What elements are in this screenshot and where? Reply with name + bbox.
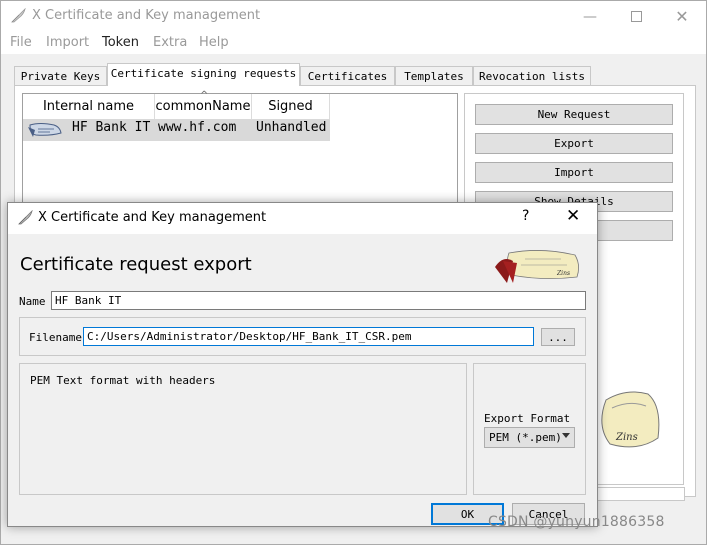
format-description: PEM Text format with headers — [30, 374, 216, 387]
cell-signed: Unhandled — [256, 120, 327, 135]
tab-revocation-lists[interactable]: Revocation lists — [473, 66, 591, 85]
maximize-icon — [630, 11, 642, 22]
export-format-select[interactable]: PEM (*.pem) — [484, 427, 575, 448]
minimize-icon: — — [583, 8, 597, 25]
export-button[interactable]: Export — [475, 133, 673, 154]
tab-certificates[interactable]: Certificates — [300, 66, 395, 85]
browse-button[interactable]: ... — [541, 328, 575, 346]
menubar: File Import Token Extra Help — [1, 32, 706, 54]
name-label: Name — [19, 295, 46, 308]
dialog-title: X Certificate and Key management — [38, 210, 267, 225]
menu-extra[interactable]: Extra — [153, 35, 187, 50]
export-format-label: Export Format — [484, 412, 571, 425]
svg-text:Zins: Zins — [615, 432, 638, 443]
maximize-button[interactable] — [613, 1, 659, 32]
import-button[interactable]: Import — [475, 162, 673, 183]
close-button[interactable]: ✕ — [659, 1, 705, 32]
new-request-button[interactable]: New Request — [475, 104, 673, 125]
column-header-internal-name[interactable]: Internal name — [23, 94, 155, 119]
menu-token[interactable]: Token — [102, 35, 139, 50]
dialog-titlebar: X Certificate and Key management ? ✕ — [8, 203, 597, 234]
chevron-down-icon — [562, 433, 570, 438]
help-button[interactable]: ? — [522, 208, 529, 224]
filename-label: Filename — [29, 331, 82, 344]
filename-field[interactable]: C:/Users/Administrator/Desktop/HF_Bank_I… — [83, 327, 534, 346]
menu-file[interactable]: File — [10, 35, 32, 50]
feather-pen-icon — [11, 8, 26, 23]
sort-up-icon: ^ — [200, 90, 209, 101]
close-icon: ✕ — [675, 7, 689, 26]
cell-internal-name: HF Bank IT — [72, 120, 151, 135]
feather-pen-icon — [18, 210, 33, 225]
tab-private-keys[interactable]: Private Keys — [14, 66, 107, 85]
tab-certificate-signing-requests[interactable]: Certificate signing requests — [107, 63, 300, 86]
minimize-button[interactable]: — — [567, 1, 613, 32]
tab-templates[interactable]: Templates — [395, 66, 473, 85]
menu-help[interactable]: Help — [199, 35, 229, 50]
main-titlebar: X Certificate and Key management — ✕ — [1, 1, 706, 32]
csr-scroll-icon — [28, 123, 62, 137]
certificate-scroll-logo: Zins — [495, 250, 579, 283]
certificate-scroll-logo: Zins — [601, 391, 660, 448]
dialog-heading: Certificate request export — [20, 254, 252, 275]
export-format-value: PEM (*.pem) — [489, 431, 562, 444]
watermark: CSDN @yunyun1886358 — [488, 514, 665, 530]
export-dialog: X Certificate and Key management ? ✕ Cer… — [7, 202, 598, 527]
menu-import[interactable]: Import — [46, 35, 89, 50]
column-header-signed[interactable]: Signed — [252, 94, 330, 119]
name-field[interactable]: HF Bank IT — [51, 291, 586, 310]
dialog-close-button[interactable]: ✕ — [566, 206, 580, 226]
cell-common-name: www.hf.com — [158, 120, 237, 135]
main-window-title: X Certificate and Key management — [32, 8, 261, 23]
svg-text:Zins: Zins — [556, 270, 570, 277]
